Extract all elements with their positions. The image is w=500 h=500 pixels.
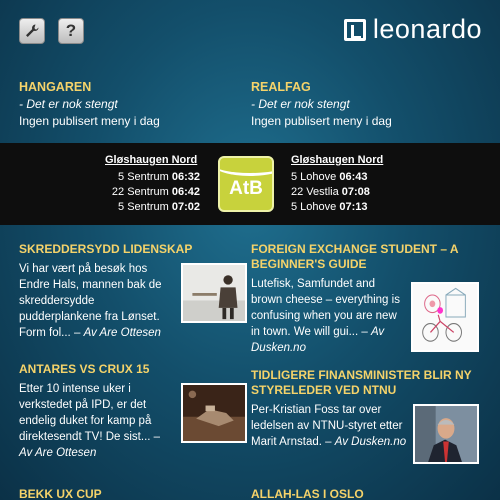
cafeteria-menu: Ingen publisert meny i dag	[251, 114, 392, 128]
article-summary: Etter 10 intense uker i verkstedet på IP…	[19, 383, 161, 443]
bus-departure: 22 Sentrum 06:42	[105, 185, 200, 200]
bus-time: 07:08	[341, 186, 370, 198]
bus-time: 07:13	[339, 201, 368, 213]
cafeteria-name: HANGAREN	[19, 80, 92, 94]
cafeteria-name: REALFAG	[251, 80, 311, 94]
news-article[interactable]: TIDLIGERE FINANSMINISTER BLIR NY STYRELE…	[251, 368, 479, 464]
article-title[interactable]: ANTARES VS CRUX 15	[19, 362, 247, 377]
bus-stop-name[interactable]: Gløshaugen Nord	[291, 154, 391, 166]
bus-route: 22 Vestlia	[291, 186, 339, 198]
bus-time: 06:32	[171, 171, 200, 183]
news-article[interactable]: SKREDDERSYDD LIDENSKAP Vi har vært på be…	[19, 242, 247, 341]
bus-departure: 5 Sentrum 06:32	[105, 170, 200, 185]
bus-departure: 5 Lohove 06:43	[291, 170, 391, 185]
article-title[interactable]: BEKK UX CUP	[19, 487, 247, 500]
bus-time: 06:42	[171, 186, 200, 198]
bus-route: 5 Sentrum	[118, 201, 169, 213]
article-thumbnail-portrait[interactable]	[413, 404, 479, 464]
bus-route: 5 Lohove	[291, 201, 337, 213]
news-article[interactable]: ANTARES VS CRUX 15 Etter 10 intense uker…	[19, 362, 247, 461]
leonardo-logo-icon	[343, 18, 366, 41]
article-author: Av Dusken.no	[334, 436, 407, 448]
cafeteria-status: - Det er nok stengt	[251, 97, 350, 111]
article-thumbnail-illustration[interactable]	[411, 282, 479, 352]
bus-departure: 5 Sentrum 07:02	[105, 200, 200, 215]
bus-route: 22 Sentrum	[111, 186, 169, 198]
bus-time: 07:02	[171, 201, 200, 213]
help-icon: ?	[65, 21, 77, 40]
logo-text: leonardo	[372, 14, 482, 44]
bus-departure: 22 Vestlia 07:08	[291, 185, 391, 200]
atb-logo-text: AtB	[229, 178, 263, 199]
bus-time: 06:43	[339, 171, 368, 183]
bus-stop-left: Gløshaugen Nord 5 Sentrum 06:32 22 Sentr…	[105, 154, 200, 215]
article-title[interactable]: SKREDDERSYDD LIDENSKAP	[19, 242, 247, 257]
article-title[interactable]: ALLAH-LAS I OSLO	[251, 487, 479, 500]
bus-route: 5 Lohove	[291, 171, 337, 183]
article-thumbnail-robot[interactable]	[181, 383, 247, 443]
article-author: Av Are Ottesen	[83, 327, 161, 339]
cafeteria-menu: Ingen publisert meny i dag	[19, 114, 160, 128]
article-title[interactable]: TIDLIGERE FINANSMINISTER BLIR NY STYRELE…	[251, 368, 479, 398]
bus-departure: 5 Lohove 07:13	[291, 200, 391, 215]
bus-stop-right: Gløshaugen Nord 5 Lohove 06:43 22 Vestli…	[291, 154, 391, 215]
news-article[interactable]: FOREIGN EXCHANGE STUDENT – A BEGINNER'S …	[251, 242, 479, 356]
leonardo-logo: leonardo	[343, 14, 482, 45]
settings-button[interactable]	[19, 18, 45, 44]
atb-logo: AtB	[218, 156, 274, 212]
bus-route: 5 Sentrum	[118, 171, 169, 183]
article-author: Av Are Ottesen	[19, 447, 97, 459]
cafeteria-hangaren: HANGAREN - Det er nok stengt Ingen publi…	[19, 80, 239, 130]
news-article[interactable]: BEKK UX CUP	[19, 487, 247, 500]
bus-stop-name[interactable]: Gløshaugen Nord	[105, 154, 200, 166]
article-thumbnail-workshop[interactable]	[181, 263, 247, 323]
article-body: Vi har vært på besøk hos Endre Hals, man…	[19, 261, 247, 341]
news-article[interactable]: ALLAH-LAS I OSLO	[251, 487, 479, 500]
article-title[interactable]: FOREIGN EXCHANGE STUDENT – A BEGINNER'S …	[251, 242, 479, 272]
wrench-icon	[26, 24, 39, 37]
cafeteria-realfag: REALFAG - Det er nok stengt Ingen publis…	[251, 80, 471, 130]
cafeteria-status: - Det er nok stengt	[19, 97, 118, 111]
article-body: Etter 10 intense uker i verkstedet på IP…	[19, 381, 247, 461]
article-body: Lutefisk, Samfundet and brown cheese – e…	[251, 276, 479, 356]
help-button[interactable]: ?	[58, 18, 84, 44]
top-bar: ? leonardo	[0, 0, 500, 62]
article-body: Per-Kristian Foss tar over ledelsen av N…	[251, 402, 479, 464]
atb-swoosh-icon	[220, 158, 272, 176]
